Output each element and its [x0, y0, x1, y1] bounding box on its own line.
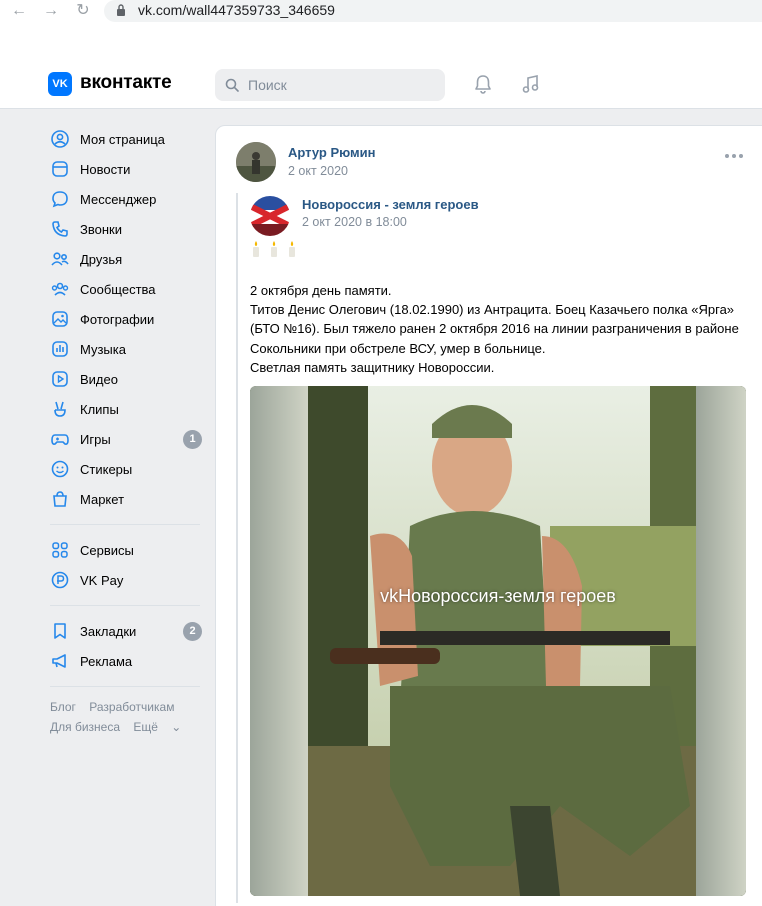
sidebar-item-label: Фотографии — [80, 311, 155, 327]
sidebar-item-gamepad[interactable]: Игры 1 — [40, 424, 210, 454]
footer-link-blog[interactable]: Блог — [50, 700, 76, 714]
vk-logo[interactable]: VK — [48, 72, 72, 96]
sidebar-item-label: Маркет — [80, 491, 125, 507]
sidebar-item-label: Сервисы — [80, 542, 134, 558]
url-text: vk.com/wall447359733_346659 — [138, 2, 335, 18]
browser-toolbar: ← → ↻ vk.com/wall447359733_346659 — [0, 0, 762, 60]
vkpay-icon — [51, 571, 69, 589]
sidebar-item-label: Реклама — [80, 653, 133, 669]
forward-icon[interactable]: → — [40, 1, 62, 21]
friends-icon — [51, 252, 69, 266]
footer-link-developers[interactable]: Разработчикам — [89, 700, 174, 714]
lock-icon — [117, 4, 125, 16]
sidebar-item-label: Клипы — [80, 401, 119, 417]
source-community-avatar[interactable] — [250, 196, 290, 236]
sidebar-item-label: Звонки — [80, 221, 122, 237]
post-text: 2 октября день памяти. Титов Денис Олего… — [250, 281, 750, 377]
source-post-date[interactable]: 2 окт 2020 в 18:00 — [302, 215, 407, 229]
sidebar-item-chat-bubble[interactable]: Мессенджер — [40, 184, 210, 214]
clips-hand-icon — [54, 401, 66, 417]
chevron-down-icon: ⌄ — [171, 720, 182, 734]
megaphone-icon — [52, 654, 66, 668]
sidebar-item-label: Друзья — [80, 251, 123, 267]
post-text-line: Сокольники при обстреле ВСУ, умер в боль… — [250, 340, 546, 356]
left-sidebar: Моя страница Новости Мессенджер Звонки Друзь… — [40, 124, 210, 737]
sidebar-item-friends[interactable]: Друзья — [40, 244, 210, 274]
sidebar-item-label: Моя страница — [80, 131, 165, 147]
sidebar-item-bookmark[interactable]: Закладки 2 — [40, 616, 210, 646]
user-circle-icon — [51, 130, 69, 148]
sidebar-item-label: Сообщества — [80, 281, 156, 297]
video-icon — [52, 371, 68, 387]
newspaper-icon — [52, 161, 68, 177]
candle-icon — [253, 241, 259, 257]
post-text-line: Светлая память защитнику Новороссии. — [250, 359, 495, 375]
smile-icon — [51, 460, 69, 478]
phone-icon — [52, 221, 68, 237]
photo-watermark: vkНовороссия-земля героев — [380, 586, 616, 606]
search-placeholder: Поиск — [248, 77, 287, 93]
sidebar-item-newspaper[interactable]: Новости — [40, 154, 210, 184]
counter-badge: 2 — [183, 622, 202, 641]
search-icon — [225, 78, 239, 92]
post-text-line: (БТО №16). Был тяжело ранен 2 октября 20… — [250, 321, 739, 337]
sidebar-divider — [50, 686, 200, 687]
photo-icon — [52, 311, 68, 327]
sidebar-item-services-grid[interactable]: Сервисы — [40, 535, 210, 565]
counter-badge: 1 — [183, 430, 202, 449]
shopping-bag-icon — [53, 491, 67, 507]
sidebar-item-shopping-bag[interactable]: Маркет — [40, 484, 210, 514]
sidebar-item-photo[interactable]: Фотографии — [40, 304, 210, 334]
sidebar-item-label: Мессенджер — [80, 191, 157, 207]
post-author[interactable]: Артур Рюмин — [288, 145, 376, 160]
sidebar-item-label: Музыка — [80, 341, 126, 357]
sidebar-item-vkpay[interactable]: VK Pay — [40, 565, 210, 595]
sidebar-item-megaphone[interactable]: Реклама — [40, 646, 210, 676]
brand-name[interactable]: вконтакте — [80, 72, 172, 94]
sidebar-item-label: Закладки — [80, 623, 137, 639]
sidebar-item-label: Видео — [80, 371, 118, 387]
post-text-line: Титов Денис Олегович (18.02.1990) из Ант… — [250, 302, 735, 318]
sidebar-item-communities[interactable]: Сообщества — [40, 274, 210, 304]
services-grid-icon — [52, 542, 68, 558]
post-photo[interactable]: vkНовороссия-земля героев — [250, 386, 746, 896]
search-input[interactable]: Поиск — [215, 69, 445, 101]
reload-icon[interactable]: ↻ — [72, 1, 94, 21]
post-date[interactable]: 2 окт 2020 — [288, 164, 348, 178]
candle-emojis — [250, 240, 298, 258]
bell-icon[interactable] — [472, 73, 494, 95]
sidebar-item-label: Новости — [80, 161, 131, 177]
chat-bubble-icon — [52, 191, 68, 208]
footer-links: Блог Разработчикам Для бизнеса Ещё ⌄ — [50, 697, 210, 737]
footer-link-more[interactable]: Ещё ⌄ — [133, 720, 191, 734]
sidebar-item-label: VK Pay — [80, 572, 124, 588]
source-community-name[interactable]: Новороссия - земля героев — [302, 197, 479, 212]
back-icon[interactable]: ← — [8, 1, 30, 21]
candle-icon — [271, 241, 277, 257]
sidebar-item-smile[interactable]: Стикеры — [40, 454, 210, 484]
sidebar-item-label: Игры — [80, 431, 111, 447]
gamepad-icon — [51, 434, 69, 445]
candle-icon — [289, 241, 295, 257]
music-note-icon[interactable] — [520, 73, 542, 95]
sidebar-item-phone[interactable]: Звонки — [40, 214, 210, 244]
sidebar-item-label: Стикеры — [80, 461, 133, 477]
sidebar-divider — [50, 524, 200, 525]
sidebar-item-user-circle[interactable]: Моя страница — [40, 124, 210, 154]
repost-indicator-line — [236, 193, 238, 903]
sidebar-item-clips-hand[interactable]: Клипы — [40, 394, 210, 424]
footer-link-business[interactable]: Для бизнеса — [50, 720, 120, 734]
author-avatar[interactable] — [236, 142, 276, 182]
post-text-line: 2 октября день памяти. — [250, 283, 392, 298]
sidebar-divider — [50, 605, 200, 606]
vk-header: VK вконтакте Поиск — [0, 60, 762, 109]
post-card: Артур Рюмин 2 окт 2020 Новороссия - земл… — [215, 125, 762, 906]
music-bars-icon — [52, 341, 68, 357]
bookmark-icon — [54, 623, 66, 639]
sidebar-item-video[interactable]: Видео — [40, 364, 210, 394]
more-options-icon[interactable] — [724, 152, 744, 160]
communities-icon — [51, 282, 69, 296]
soldier-photo-image — [250, 386, 746, 896]
sidebar-item-music-bars[interactable]: Музыка — [40, 334, 210, 364]
